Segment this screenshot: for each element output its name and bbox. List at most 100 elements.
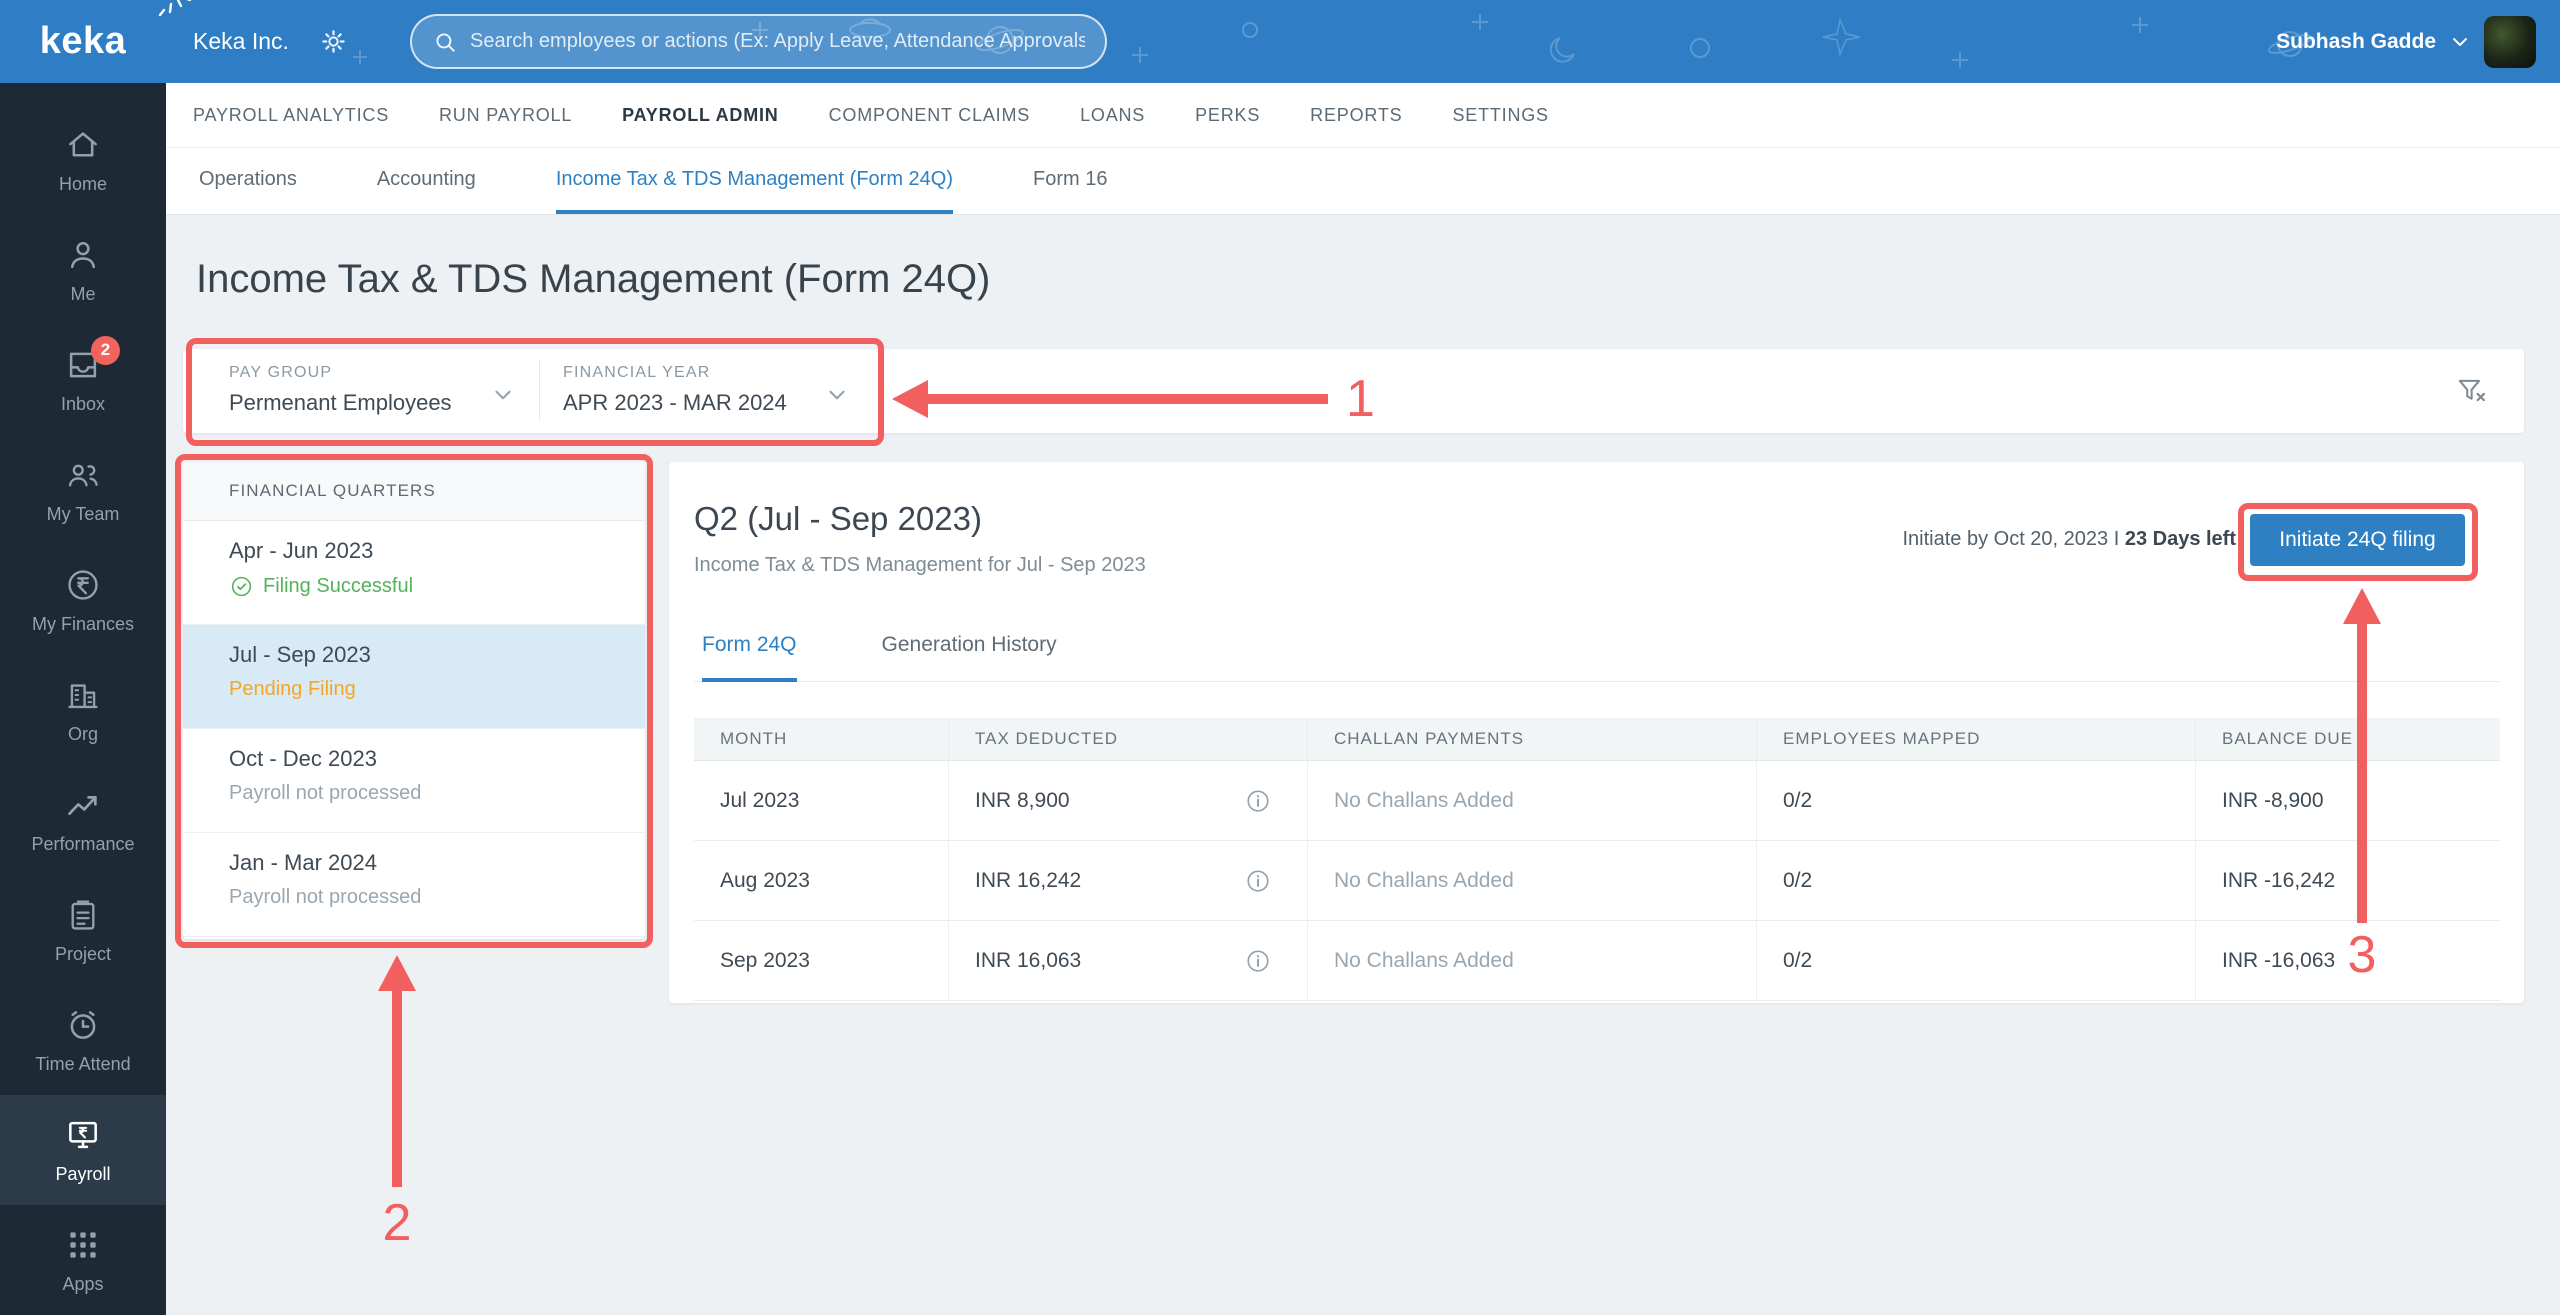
nav-item-perks[interactable]: PERKS <box>1170 105 1285 126</box>
column-header-employees-mapped: EMPLOYEES MAPPED <box>1757 718 2196 760</box>
nav-item-payroll-admin[interactable]: PAYROLL ADMIN <box>597 105 803 126</box>
tax-value: INR 16,242 <box>975 868 1082 892</box>
sidebar-item-my-team[interactable]: My Team <box>0 435 166 545</box>
sidebar-item-payroll[interactable]: Payroll <box>0 1095 166 1205</box>
quarter-title: Apr - Jun 2023 <box>229 538 374 563</box>
nav-item-settings[interactable]: SETTINGS <box>1427 105 1573 126</box>
quarter-item-jan-mar-2024[interactable]: Jan - Mar 2024 Payroll not processed <box>183 833 645 937</box>
quarter-title: Jan - Mar 2024 <box>229 850 377 875</box>
team-icon <box>64 456 102 494</box>
cell-tax-deducted: INR 8,900 <box>949 761 1308 840</box>
tab-generation-history[interactable]: Generation History <box>882 612 1057 682</box>
user-menu: Subhash Gadde <box>2276 0 2536 83</box>
sidebar-item-me[interactable]: Me <box>0 215 166 325</box>
column-header-balance-due: BALANCE DUE <box>2222 729 2353 748</box>
annotation-number-2: 2 <box>382 1194 412 1252</box>
info-icon[interactable] <box>1245 868 1271 894</box>
time-attend-icon <box>64 1006 102 1044</box>
chevron-down-icon[interactable] <box>2448 30 2472 54</box>
chevron-down-icon <box>824 382 850 408</box>
subnav-item-form-16[interactable]: Form 16 <box>1033 148 1107 214</box>
keka-logo-text: keka <box>39 20 127 62</box>
pay-group-value: Permenant Employees <box>229 390 452 415</box>
cell-tax-deducted: INR 16,242 <box>949 841 1308 920</box>
quarter-item-apr-jun-2023[interactable]: Apr - Jun 2023 Filing Successful <box>183 521 645 625</box>
pay-group-dropdown[interactable]: PAY GROUP Permenant Employees <box>229 349 529 433</box>
quarter-item-jul-sep-2023[interactable]: Jul - Sep 2023 Pending Filing <box>183 625 645 729</box>
cell-tax-deducted: INR 16,063 <box>949 921 1308 1000</box>
chevron-down-icon <box>490 382 516 408</box>
user-name[interactable]: Subhash Gadde <box>2276 30 2436 54</box>
subnav-item-operations[interactable]: Operations <box>199 148 297 214</box>
info-icon[interactable] <box>1245 788 1271 814</box>
info-icon[interactable] <box>1245 948 1271 974</box>
sidebar-item-time-attend[interactable]: Time Attend <box>0 985 166 1095</box>
quarter-status-label: Payroll not processed <box>229 886 422 908</box>
subnav-item-accounting[interactable]: Accounting <box>377 148 476 214</box>
home-icon <box>64 126 102 164</box>
sidebar-item-home[interactable]: Home <box>0 105 166 215</box>
pay-group-label: PAY GROUP <box>229 364 333 381</box>
space-doodles-decoration <box>353 14 2313 68</box>
nav-item-run-payroll[interactable]: RUN PAYROLL <box>414 105 597 126</box>
table-header-row: MONTH TAX DEDUCTED CHALLAN PAYMENTS EMPLOYE… <box>694 718 2500 761</box>
filter-clear-icon[interactable] <box>2455 374 2488 407</box>
sidebar-item-my-finances[interactable]: My Finances <box>0 545 166 655</box>
finances-icon <box>64 566 102 604</box>
payroll-icon <box>64 1116 102 1154</box>
detail-tabs: Form 24Q Generation History <box>694 612 2500 682</box>
sidebar-item-label: Inbox <box>60 393 106 414</box>
column-header-challan-payments: CHALLAN PAYMENTS <box>1308 718 1757 760</box>
sidebar-item-apps[interactable]: Apps <box>0 1205 166 1315</box>
quarter-subtitle: Income Tax & TDS Management for Jul - Se… <box>694 554 1146 576</box>
initiate-24q-filing-button[interactable]: Initiate 24Q filing <box>2250 514 2465 566</box>
quarter-detail-panel: Q2 (Jul - Sep 2023) Income Tax & TDS Man… <box>669 462 2524 1003</box>
financial-year-label: FINANCIAL YEAR <box>563 364 711 381</box>
cell-challan-payments: No Challans Added <box>1308 841 1757 920</box>
sidebar-item-label: Org <box>67 723 98 744</box>
table-body: Jul 2023 INR 8,900 No Challans Added 0/2 INR… <box>694 761 2500 1001</box>
tax-value: INR 8,900 <box>975 788 1070 812</box>
quarter-status-label: Filing Successful <box>263 575 414 597</box>
financial-year-dropdown[interactable]: FINANCIAL YEAR APR 2023 - MAR 2024 <box>563 349 863 433</box>
sidebar-item-inbox[interactable]: 2 Inbox <box>0 325 166 435</box>
sidebar: Home Me 2 Inbox My Team My Finances Org Perform… <box>0 83 166 1315</box>
keka-logo: keka <box>0 0 192 83</box>
cell-month: Jul 2023 <box>694 761 949 840</box>
sidebar-item-project[interactable]: Project <box>0 875 166 985</box>
nav-item-loans[interactable]: LOANS <box>1055 105 1170 126</box>
quarter-title: Q2 (Jul - Sep 2023) <box>694 500 982 537</box>
quarter-status-label: Payroll not processed <box>229 782 422 804</box>
cell-employees-mapped: 0/2 <box>1757 761 2196 840</box>
nav-item-component-claims[interactable]: COMPONENT CLAIMS <box>804 105 1056 126</box>
quarter-status: Payroll not processed <box>229 782 645 805</box>
page-title: Income Tax & TDS Management (Form 24Q) <box>196 257 991 301</box>
financial-quarters-list: Apr - Jun 2023 Filing Successful Jul - Sep… <box>183 521 645 937</box>
cell-month: Sep 2023 <box>694 921 949 1000</box>
nav-item-reports[interactable]: REPORTS <box>1285 105 1427 126</box>
financial-quarters-header: FINANCIAL QUARTERS <box>183 462 645 521</box>
quarter-item-oct-dec-2023[interactable]: Oct - Dec 2023 Payroll not processed <box>183 729 645 833</box>
table-row: Jul 2023 INR 8,900 No Challans Added 0/2 INR… <box>694 761 2500 841</box>
cell-challan-payments: No Challans Added <box>1308 761 1757 840</box>
page-content: Income Tax & TDS Management (Form 24Q) P… <box>166 215 2560 1315</box>
financial-year-value: APR 2023 - MAR 2024 <box>563 390 787 415</box>
app-screen: keka Keka Inc. Subhash Gadde Home Me 2 Inbo… <box>0 0 2560 1315</box>
sidebar-item-label: Performance <box>31 833 135 854</box>
performance-icon <box>64 786 102 824</box>
sidebar-item-label: My Finances <box>31 613 135 634</box>
tab-form-24q[interactable]: Form 24Q <box>702 612 797 682</box>
quarter-status-label: Pending Filing <box>229 678 356 700</box>
avatar[interactable] <box>2484 15 2536 68</box>
quarter-status: Payroll not processed <box>229 886 645 909</box>
sidebar-item-performance[interactable]: Performance <box>0 765 166 875</box>
logo-confetti-icon <box>158 0 192 16</box>
sidebar-item-org[interactable]: Org <box>0 655 166 765</box>
deadline-days-left: 23 Days left <box>2124 528 2236 550</box>
nav-item-payroll-analytics[interactable]: PAYROLL ANALYTICS <box>193 105 414 126</box>
global-search <box>410 14 1107 69</box>
column-header-tax-deducted: TAX DEDUCTED <box>949 718 1308 760</box>
subnav-item-income-tax-tds-management-form-24q[interactable]: Income Tax & TDS Management (Form 24Q) <box>555 148 953 214</box>
gear-icon[interactable] <box>318 26 349 57</box>
search-input[interactable] <box>470 30 1085 53</box>
